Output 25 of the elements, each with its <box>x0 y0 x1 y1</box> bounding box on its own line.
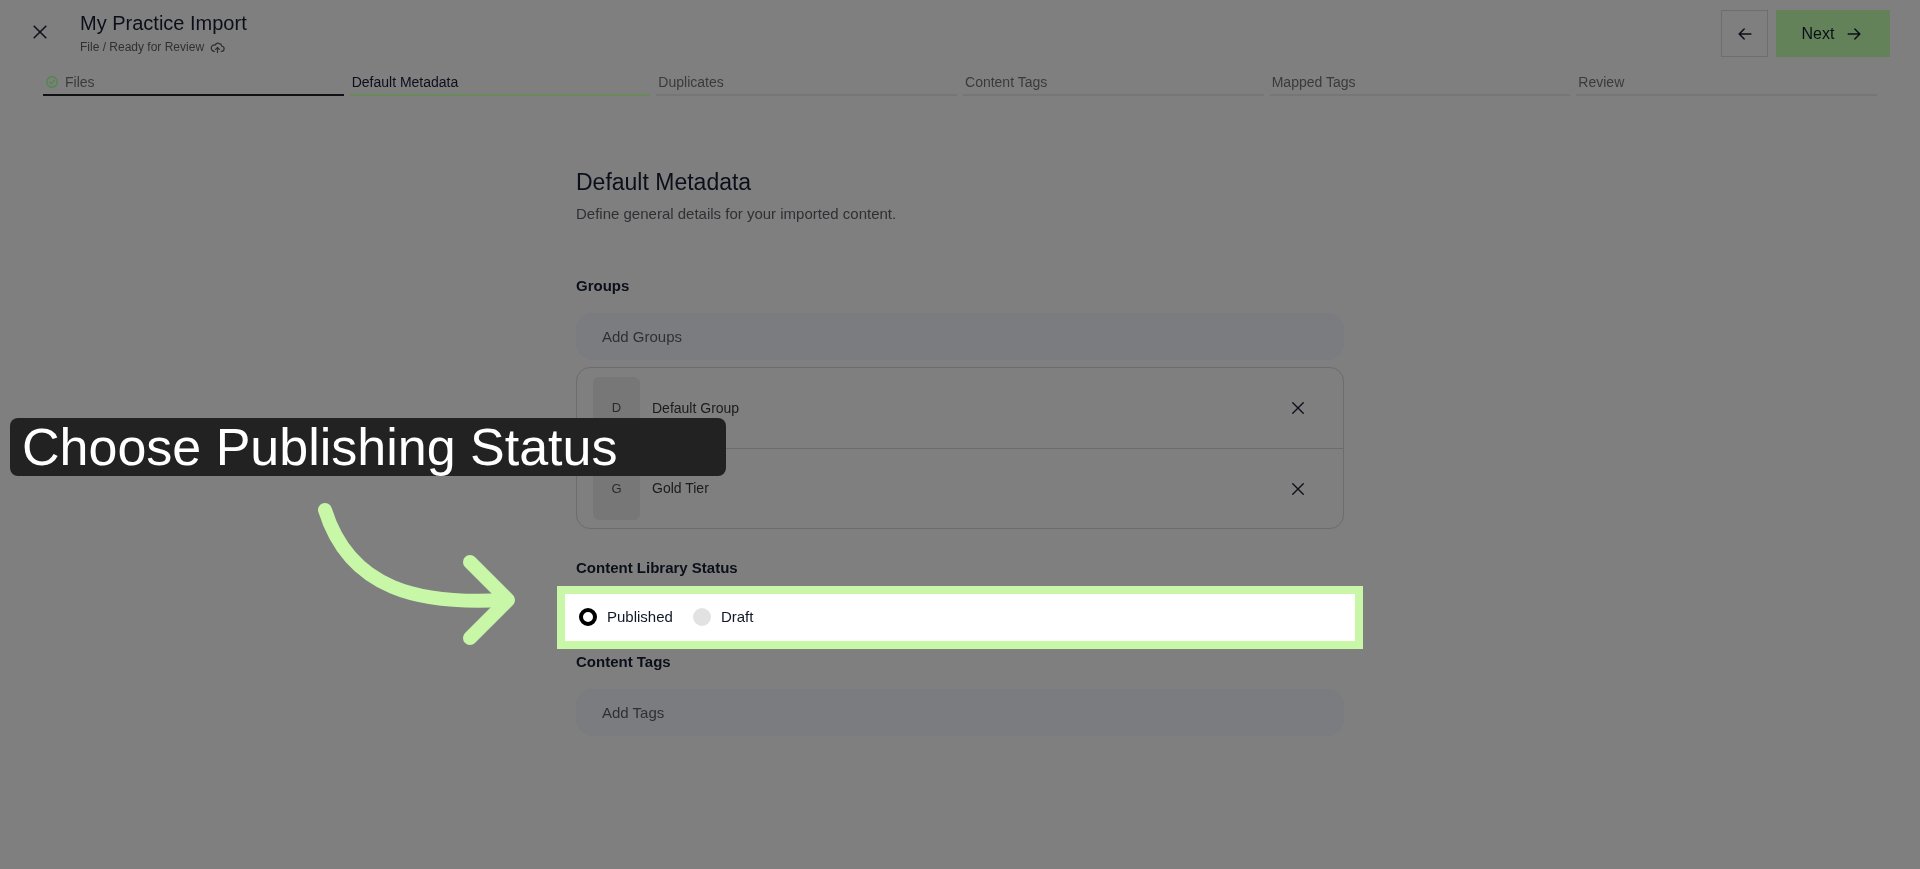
field-label: Content Tags <box>576 651 672 672</box>
step-tab[interactable]: Files <box>43 70 344 96</box>
group-name: Gold Tier <box>652 479 709 498</box>
add-tags-field[interactable]: Add Tags <box>576 689 1344 736</box>
add-groups-field[interactable]: Add Groups <box>576 313 1344 360</box>
radio-option[interactable]: Published <box>579 605 673 629</box>
page-title: My Practice Import <box>80 11 247 36</box>
step-tab[interactable]: Duplicates <box>656 70 957 96</box>
check-circle-icon <box>45 75 59 89</box>
step-tab[interactable]: Review <box>1576 70 1878 96</box>
next-button[interactable]: Next <box>1776 10 1890 57</box>
section-title: Default Metadata <box>576 168 753 197</box>
section-description: Define general details for your imported content. <box>576 204 898 224</box>
remove-icon[interactable] <box>1289 399 1307 417</box>
step-tab[interactable]: Content Tags <box>963 70 1264 96</box>
callout-label: Choose Publishing Status <box>10 418 726 476</box>
group-name: Default Group <box>652 398 740 418</box>
field-label: Content Library Status <box>576 558 739 578</box>
step-tab[interactable]: Mapped Tags <box>1269 70 1571 96</box>
radio-option[interactable]: Draft <box>692 605 754 629</box>
field-label: Groups <box>576 275 631 296</box>
breadcrumb: File / Ready for Review <box>80 39 205 56</box>
step-tab[interactable]: Default Metadata <box>349 70 651 96</box>
radio-button[interactable] <box>579 608 597 626</box>
radio-button[interactable] <box>692 608 711 626</box>
